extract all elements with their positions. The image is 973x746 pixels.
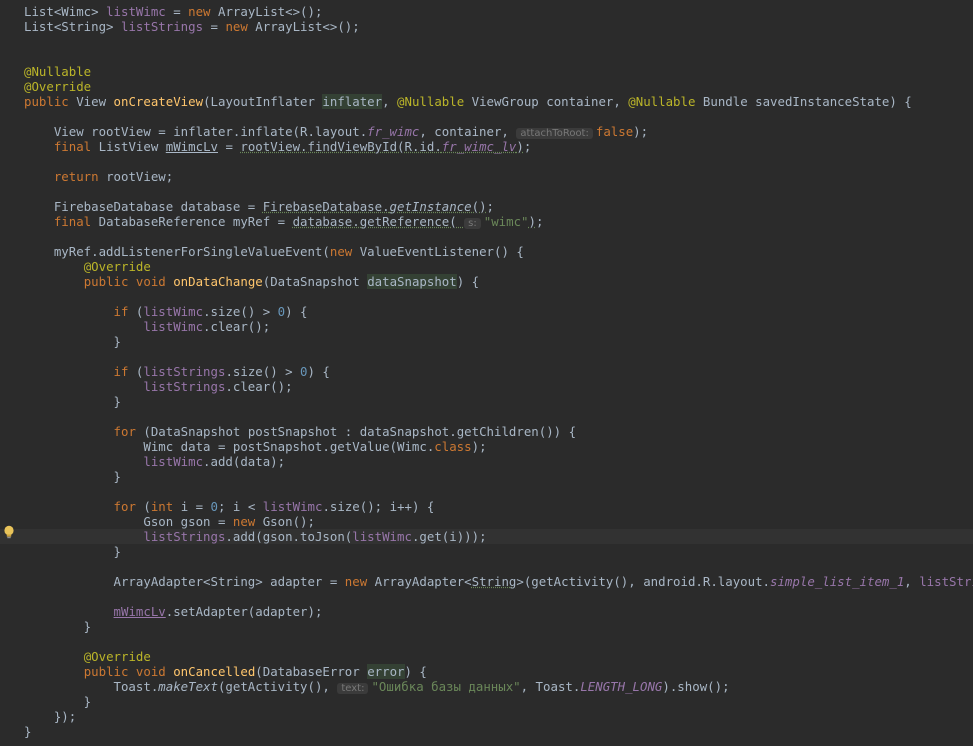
code-line: } [24,334,121,349]
code-line: if (listStrings.size() > 0) { [113,364,330,379]
code-line: View rootView = inflater.inflate(R.layou… [24,124,649,139]
code-line: Wimc data = postSnapshot.getValue(Wimc.c… [24,439,487,454]
code-line: public void onDataChange(DataSnapshot da… [83,274,480,289]
parameter-hint: s: [464,218,481,229]
code-line: @Override [83,649,151,664]
code-line: } [24,394,121,409]
code-line: for (int i = 0; i < listWimc.size(); i++… [113,499,435,514]
code-line: listWimc.add(data); [143,454,286,469]
code-editor[interactable]: List<Wimc> listWimc = new ArrayList<>();… [0,0,973,746]
code-line: @Nullable [24,64,92,79]
code-line: listStrings.clear(); [143,379,293,394]
code-line: final DatabaseReference myRef = database… [53,214,544,229]
code-line: FirebaseDatabase database = FirebaseData… [24,199,494,214]
code-line: } [24,724,32,739]
code-line: } [24,469,121,484]
warning-highlight: FirebaseDatabase. [262,199,390,214]
code-line: mWimcLv.setAdapter(adapter); [113,604,323,619]
code-line: } [24,544,121,559]
warning-highlight: database.getReference( [292,214,465,229]
code-line: } [24,694,92,709]
code-line: public void onCancelled(DatabaseError er… [83,664,427,679]
code-line: }); [24,709,77,724]
code-line: Gson gson = new Gson(); [24,514,315,529]
code-line: Toast.makeText(getActivity(), text: "Ошиб… [24,679,730,694]
code-line: final ListView mWimcLv = rootView.findVi… [53,139,532,154]
parameter-hint: attachToRoot: [516,128,593,139]
warning-highlight: String [471,574,517,589]
code-line: myRef.addListenerForSingleValueEvent(new… [24,244,524,259]
code-line: @Override [83,259,151,274]
code-line: } [24,619,92,634]
code-line: return rootView; [53,169,174,184]
code-line: @Override [24,79,92,94]
code-line: public View onCreateView(LayoutInflater … [24,94,912,109]
code-line: if (listWimc.size() > 0) { [113,304,308,319]
warning-highlight: rootView.findViewById(R.id. [240,139,442,154]
code-line: listWimc.clear(); [143,319,271,334]
lightbulb-icon[interactable] [3,525,15,539]
parameter-hint: text: [337,683,369,694]
code-line: ArrayAdapter<String> adapter = new Array… [24,574,973,589]
code-line: for (DataSnapshot postSnapshot : dataSna… [113,424,577,439]
code-line: List<Wimc> listWimc = new ArrayList<>(); [24,4,323,19]
current-line: listStrings.add(gson.toJson(listWimc.get… [0,529,973,544]
code-line: List<String> listStrings = new ArrayList… [24,19,360,34]
